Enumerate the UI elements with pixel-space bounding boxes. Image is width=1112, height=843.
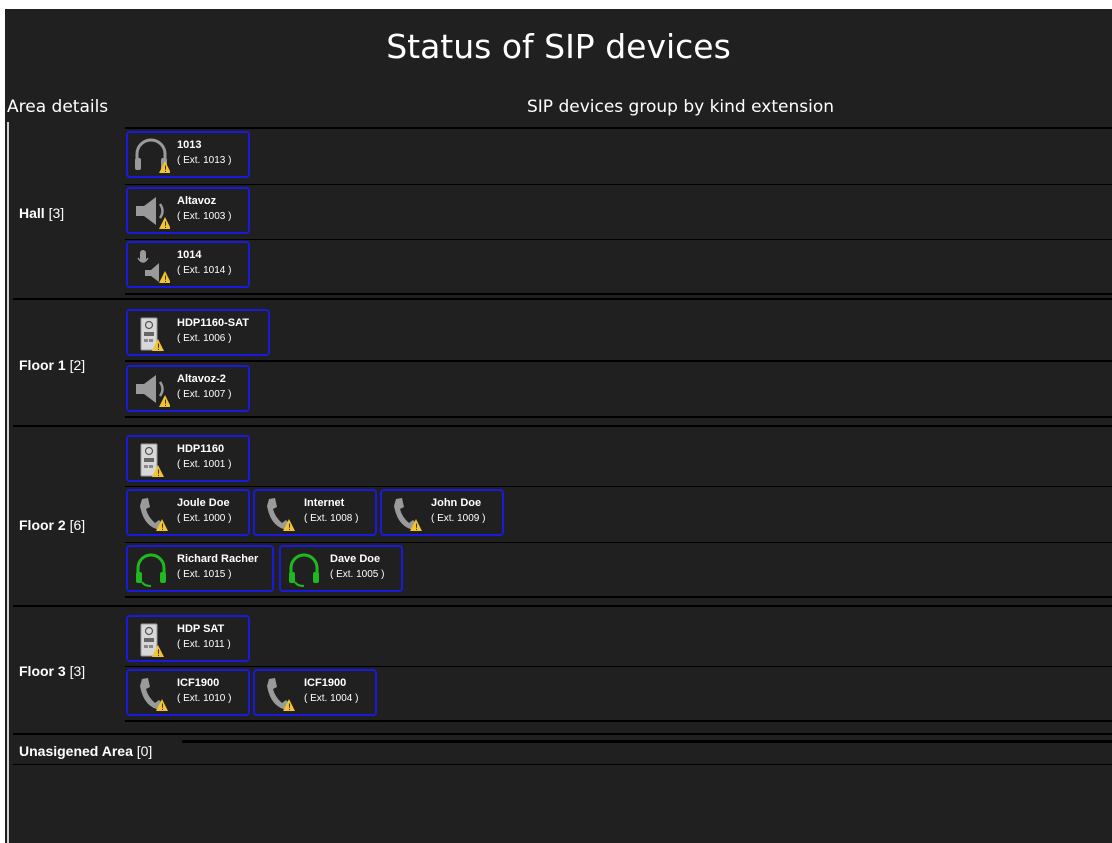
headset-icon bbox=[289, 553, 319, 587]
svg-text:!: ! bbox=[161, 523, 165, 532]
svg-text:!: ! bbox=[157, 343, 161, 352]
device-name: Internet bbox=[304, 497, 345, 509]
device-name: John Doe bbox=[431, 497, 482, 509]
device-extension: ( Ext. 1011 ) bbox=[177, 639, 231, 650]
device-name: HDP SAT bbox=[177, 623, 225, 635]
device-name: Altavoz bbox=[177, 195, 217, 207]
area-divider bbox=[13, 764, 1112, 765]
row-divider bbox=[125, 720, 1112, 722]
headset-icon: ! bbox=[135, 138, 170, 174]
device-name: Richard Racher bbox=[177, 553, 259, 565]
row-divider bbox=[125, 239, 1112, 240]
speaker-icon: ! bbox=[136, 375, 170, 408]
device-extension: ( Ext. 1009 ) bbox=[431, 513, 486, 524]
area-divider bbox=[13, 733, 1112, 735]
area-divider bbox=[13, 425, 1112, 427]
device-extension: ( Ext. 1003 ) bbox=[177, 211, 232, 222]
microphone-speaker-icon: ! bbox=[137, 250, 170, 284]
device-card[interactable]: ! HDP1160 ( Ext. 1001 ) bbox=[126, 435, 250, 482]
sip-status-panel: Status of SIP devices Area details SIP d… bbox=[5, 9, 1112, 843]
area-divider bbox=[13, 298, 1112, 300]
area-details-header: Area details bbox=[7, 97, 109, 117]
device-name: 1013 bbox=[177, 139, 202, 151]
svg-text:!: ! bbox=[164, 221, 168, 230]
headset-icon bbox=[136, 553, 166, 587]
device-card[interactable]: ! ICF1900 ( Ext. 1004 ) bbox=[253, 669, 377, 716]
svg-text:!: ! bbox=[164, 165, 168, 174]
door-panel-icon: ! bbox=[140, 623, 164, 658]
row-divider bbox=[125, 486, 1112, 487]
svg-text:!: ! bbox=[161, 703, 165, 712]
device-card[interactable]: ! ICF1900 ( Ext. 1010 ) bbox=[126, 669, 250, 716]
svg-text:!: ! bbox=[415, 523, 419, 532]
device-card[interactable]: ! John Doe ( Ext. 1009 ) bbox=[380, 489, 504, 536]
device-card[interactable]: ! HDP1160-SAT ( Ext. 1006 ) bbox=[126, 309, 270, 356]
device-name: 1014 bbox=[177, 249, 202, 261]
row-divider bbox=[125, 416, 1112, 418]
row-divider bbox=[125, 542, 1112, 543]
device-extension: ( Ext. 1004 ) bbox=[304, 693, 359, 704]
row-divider bbox=[125, 293, 1112, 295]
row-divider bbox=[125, 360, 1112, 362]
area-label-floor-3: Floor 3 [3] bbox=[19, 663, 86, 679]
svg-text:!: ! bbox=[157, 649, 161, 658]
device-extension: ( Ext. 1013 ) bbox=[177, 155, 232, 166]
phone-icon: ! bbox=[394, 498, 422, 532]
device-extension: ( Ext. 1008 ) bbox=[304, 513, 359, 524]
device-card[interactable]: ! 1014 ( Ext. 1014 ) bbox=[126, 241, 250, 288]
device-name: HDP1160 bbox=[177, 443, 225, 455]
device-name: Altavoz-2 bbox=[177, 373, 226, 385]
area-label-hall: Hall [3] bbox=[19, 205, 65, 221]
device-name: Dave Doe bbox=[330, 553, 381, 565]
area-label-floor-2: Floor 2 [6] bbox=[19, 517, 86, 533]
svg-text:!: ! bbox=[288, 703, 292, 712]
area-label-floor-1: Floor 1 [2] bbox=[19, 357, 86, 373]
row-divider bbox=[125, 184, 1112, 185]
device-card[interactable]: ! Altavoz-2 ( Ext. 1007 ) bbox=[126, 365, 250, 412]
device-extension: ( Ext. 1007 ) bbox=[177, 389, 232, 400]
phone-icon: ! bbox=[140, 678, 168, 712]
svg-text:!: ! bbox=[288, 523, 292, 532]
door-panel-icon: ! bbox=[140, 317, 164, 352]
device-extension: ( Ext. 1006 ) bbox=[177, 333, 232, 344]
row-divider bbox=[125, 596, 1112, 598]
device-name: ICF1900 bbox=[177, 677, 220, 689]
speaker-icon: ! bbox=[136, 197, 170, 230]
row-divider bbox=[182, 740, 1112, 743]
device-card[interactable]: ! 1013 ( Ext. 1013 ) bbox=[126, 131, 250, 178]
svg-text:!: ! bbox=[164, 275, 168, 284]
device-card[interactable]: ! Joule Doe ( Ext. 1000 ) bbox=[126, 489, 250, 536]
device-extension: ( Ext. 1015 ) bbox=[177, 569, 232, 580]
device-card[interactable]: Richard Racher ( Ext. 1015 ) bbox=[126, 545, 274, 592]
svg-text:!: ! bbox=[157, 469, 161, 478]
phone-icon: ! bbox=[140, 498, 168, 532]
device-extension: ( Ext. 1005 ) bbox=[330, 569, 385, 580]
devices-group-header: SIP devices group by kind extension bbox=[527, 97, 835, 117]
area-divider bbox=[13, 605, 1112, 607]
area-label-unassigned: Unasigened Area [0] bbox=[19, 743, 153, 759]
device-card[interactable]: Dave Doe ( Ext. 1005 ) bbox=[279, 545, 403, 592]
area-column-divider bbox=[7, 122, 9, 843]
svg-text:!: ! bbox=[164, 399, 168, 408]
page-title: Status of SIP devices bbox=[386, 27, 731, 66]
device-extension: ( Ext. 1001 ) bbox=[177, 459, 232, 470]
device-card[interactable]: ! HDP SAT ( Ext. 1011 ) bbox=[126, 615, 250, 662]
device-extension: ( Ext. 1000 ) bbox=[177, 513, 232, 524]
device-name: HDP1160-SAT bbox=[177, 317, 249, 329]
phone-icon: ! bbox=[267, 498, 295, 532]
device-extension: ( Ext. 1014 ) bbox=[177, 265, 232, 276]
device-extension: ( Ext. 1010 ) bbox=[177, 693, 232, 704]
device-card[interactable]: ! Altavoz ( Ext. 1003 ) bbox=[126, 187, 250, 234]
door-panel-icon: ! bbox=[140, 443, 164, 478]
row-divider bbox=[125, 127, 1112, 129]
phone-icon: ! bbox=[267, 678, 295, 712]
device-card[interactable]: ! Internet ( Ext. 1008 ) bbox=[253, 489, 377, 536]
device-name: ICF1900 bbox=[304, 677, 347, 689]
row-divider bbox=[125, 666, 1112, 667]
device-name: Joule Doe bbox=[177, 497, 230, 509]
